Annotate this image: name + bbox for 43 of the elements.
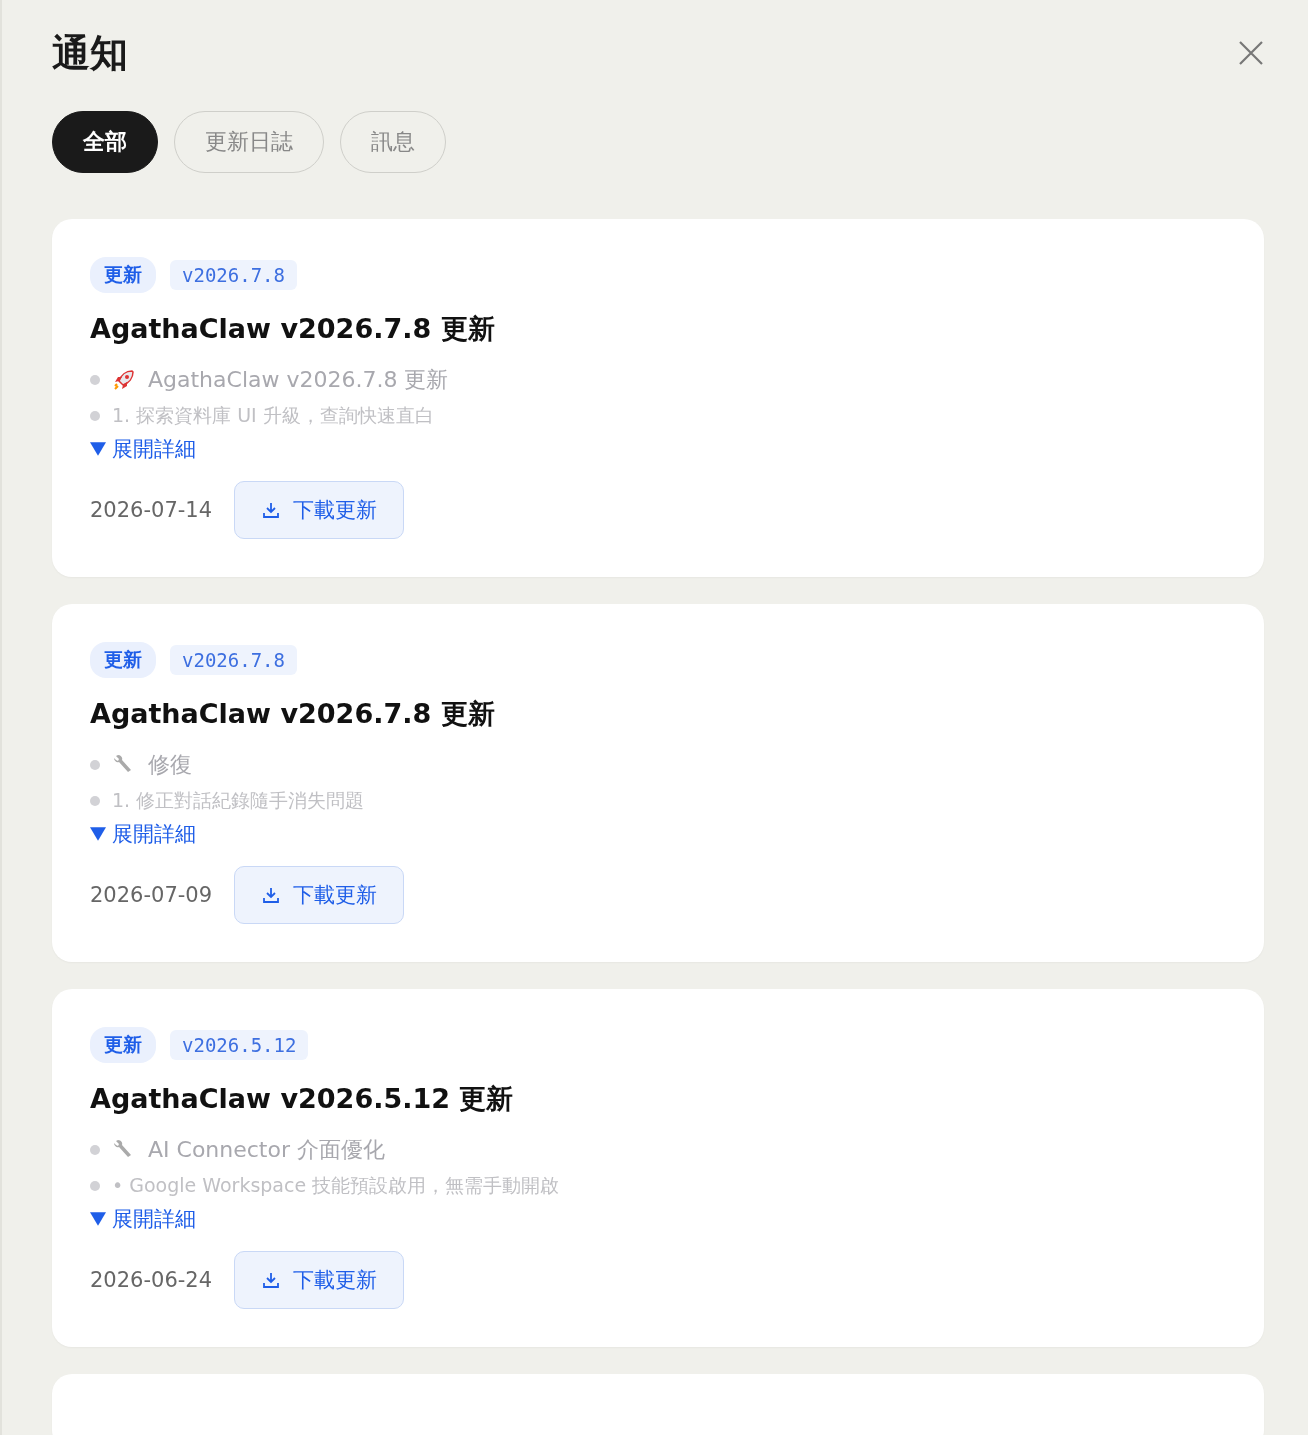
bullet-dot bbox=[90, 796, 100, 806]
triangle-down-icon bbox=[90, 442, 106, 456]
version-tag: v2026.7.8 bbox=[170, 645, 297, 675]
version-tag: v2026.7.8 bbox=[170, 260, 297, 290]
download-icon bbox=[261, 885, 282, 905]
download-icon bbox=[261, 1270, 282, 1290]
bullet-dot bbox=[90, 760, 100, 770]
date-text: 2026-06-24 bbox=[90, 1268, 213, 1292]
notification-title: AgathaClaw v2026.5.12 更新 bbox=[90, 1082, 515, 1116]
date-text: 2026-07-09 bbox=[90, 883, 213, 907]
bullet-dot bbox=[90, 411, 100, 421]
change-note: AI Connector 介面優化 bbox=[148, 1136, 385, 1164]
date-text: 2026-07-14 bbox=[90, 498, 213, 522]
category-tag: 更新 bbox=[90, 1027, 156, 1063]
expand-details-text: 展開詳細 bbox=[112, 1206, 196, 1233]
bullet-dot bbox=[90, 1145, 100, 1155]
change-note: 1. 探索資料庫 UI 升級，查詢快速直白 bbox=[112, 403, 434, 428]
category-tag: 更新 bbox=[90, 642, 156, 678]
expand-details-link[interactable]: 展開詳細 bbox=[90, 435, 196, 463]
expand-details-link[interactable]: 展開詳細 bbox=[90, 1205, 196, 1233]
version-tag: v2026.5.12 bbox=[170, 1030, 309, 1060]
change-note: • Google Workspace 技能預設啟用，無需手動開啟 bbox=[112, 1173, 560, 1198]
change-note: 1. 修正對話紀錄隨手消失問題 bbox=[112, 788, 365, 813]
download-update-button[interactable]: 下載更新 bbox=[234, 866, 405, 924]
filter-tab[interactable]: 全部 bbox=[52, 111, 158, 173]
bullet-dot bbox=[90, 375, 100, 385]
expand-details-text: 展開詳細 bbox=[112, 436, 196, 463]
rocket-icon bbox=[112, 368, 136, 392]
notification-title: AgathaClaw v2026.7.8 更新 bbox=[90, 697, 496, 731]
panel-title: 通知 bbox=[52, 30, 128, 77]
close-icon[interactable] bbox=[1238, 40, 1264, 66]
download-update-button[interactable]: 下載更新 bbox=[234, 481, 405, 539]
expand-details-link[interactable]: 展開詳細 bbox=[90, 820, 196, 848]
expand-details-text: 展開詳細 bbox=[112, 821, 196, 848]
triangle-down-icon bbox=[90, 1212, 106, 1226]
bullet-dot bbox=[90, 1181, 100, 1191]
download-icon bbox=[261, 500, 282, 520]
triangle-down-icon bbox=[90, 827, 106, 841]
category-tag: 更新 bbox=[90, 257, 156, 293]
change-note: 修復 bbox=[148, 751, 192, 779]
change-note: AgathaClaw v2026.7.8 更新 bbox=[148, 366, 449, 394]
download-update-button[interactable]: 下載更新 bbox=[234, 1251, 405, 1309]
notification-title: AgathaClaw v2026.7.8 更新 bbox=[90, 312, 496, 346]
